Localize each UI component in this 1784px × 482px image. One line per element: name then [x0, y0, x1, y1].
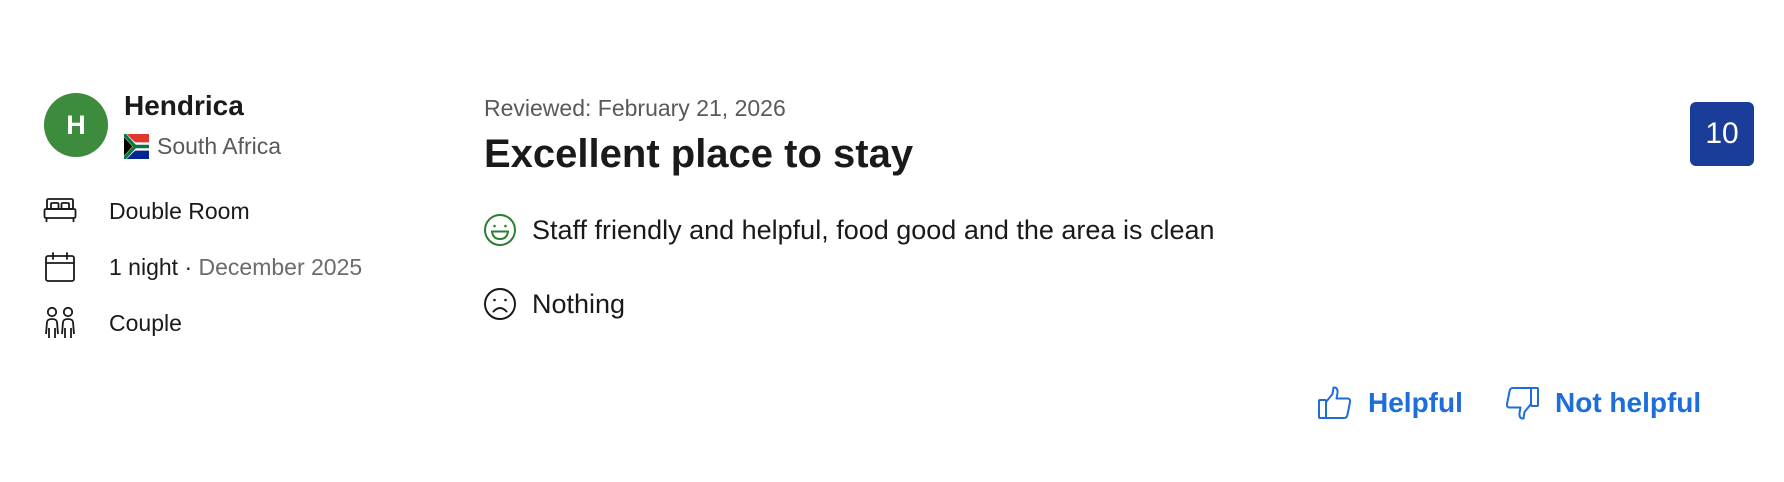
reviewer-country: South Africa — [124, 131, 281, 161]
nights-count: 1 night — [109, 253, 179, 280]
thumbs-up-icon — [1316, 384, 1354, 422]
positive-comment-row: Staff friendly and helpful, food good an… — [482, 212, 1215, 248]
review-title: Excellent place to stay — [484, 132, 914, 176]
stay-separator: · — [178, 253, 199, 280]
room-type: Double Room — [109, 197, 250, 224]
people-icon — [42, 305, 78, 341]
negative-comment: Nothing — [532, 288, 626, 319]
frown-icon — [482, 286, 518, 322]
stay-month: December 2025 — [198, 253, 363, 280]
helpful-button[interactable]: Helpful — [1316, 383, 1463, 423]
positive-comment: Staff friendly and helpful, food good an… — [532, 214, 1215, 245]
negative-comment-row: Nothing — [482, 286, 625, 322]
avatar-initial: H — [66, 109, 86, 140]
stay-duration-row: 1 night · December 2025 — [42, 249, 362, 285]
smile-icon — [482, 212, 518, 248]
review-score-badge: 10 — [1690, 102, 1754, 166]
review-card: H Hendrica South Africa Double Room 1 ni… — [0, 0, 1784, 482]
calendar-icon — [42, 249, 78, 285]
traveler-type-row: Couple — [42, 305, 182, 341]
stay-duration: 1 night · December 2025 — [109, 254, 362, 281]
country-name: South Africa — [157, 132, 282, 159]
traveler-type: Couple — [109, 309, 182, 336]
thumbs-down-icon — [1503, 384, 1541, 422]
reviewer-name: Hendrica — [124, 90, 244, 121]
not-helpful-button[interactable]: Not helpful — [1503, 383, 1701, 423]
avatar: H — [44, 93, 108, 157]
not-helpful-label: Not helpful — [1555, 387, 1702, 418]
review-date: Reviewed: February 21, 2026 — [484, 95, 786, 121]
bed-icon — [42, 193, 78, 229]
helpful-label: Helpful — [1368, 387, 1463, 418]
room-type-row: Double Room — [42, 193, 250, 229]
south-africa-flag-icon — [124, 133, 149, 159]
